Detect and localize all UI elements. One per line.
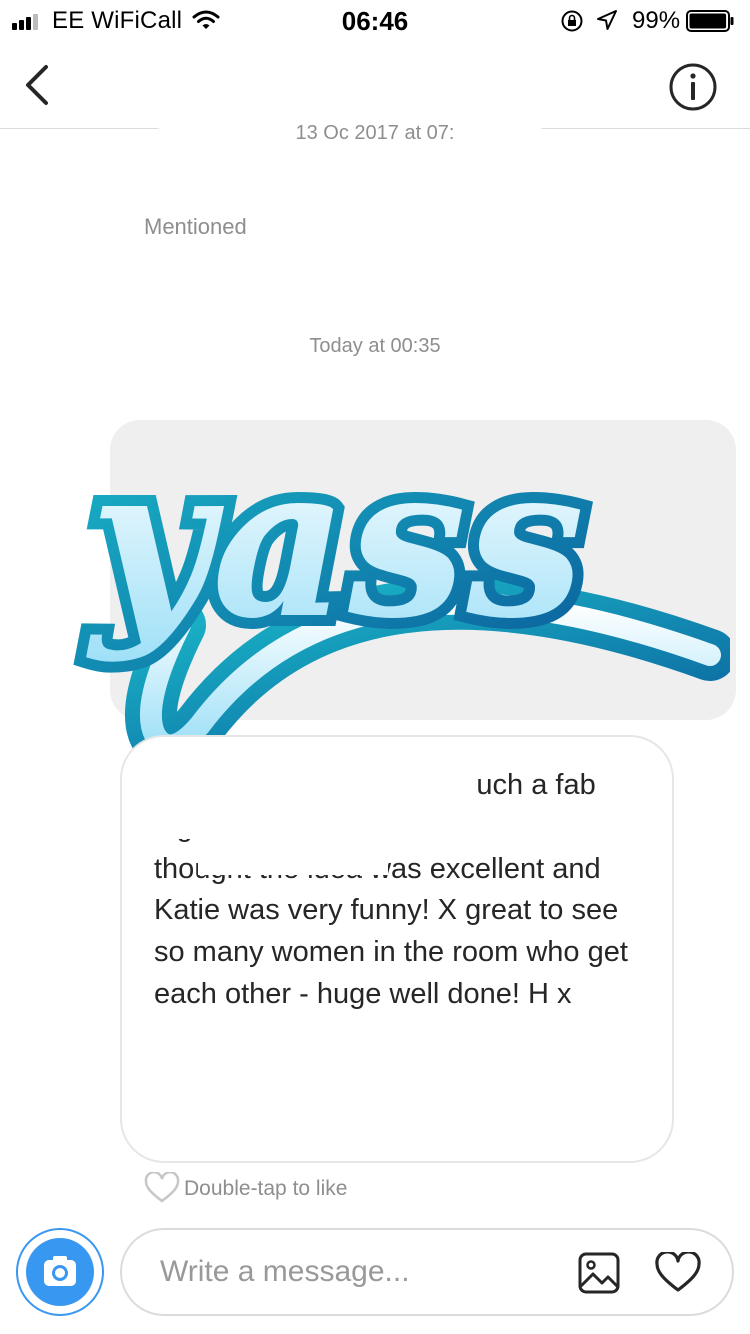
redaction-mask (130, 52, 570, 130)
back-button[interactable] (20, 62, 60, 108)
camera-icon (26, 1238, 94, 1306)
message-input[interactable] (160, 1252, 540, 1292)
info-icon[interactable] (668, 62, 718, 112)
heart-icon[interactable] (654, 1252, 702, 1294)
timestamp: Today at 00:35 (309, 335, 441, 357)
timestamp: 13 Oc 2017 at 07: (295, 122, 455, 144)
mention-notice: Mentioned (144, 214, 247, 239)
redaction-mask (146, 805, 656, 839)
redaction-mask (198, 847, 388, 875)
battery-percent: 99% (632, 7, 681, 34)
message-bubble[interactable]: ng to ught must be s xx such a fab night… (120, 735, 674, 1163)
redaction-mask (146, 759, 476, 805)
yass-text: yass (86, 418, 585, 665)
location-arrow-icon (597, 10, 617, 30)
status-bar: EE WiFiCall 06:46 99% (0, 0, 750, 40)
image-gallery-icon[interactable] (578, 1252, 620, 1294)
message-composer (120, 1228, 734, 1316)
camera-button[interactable] (16, 1228, 104, 1316)
battery-icon (686, 10, 734, 32)
yass-gif-sticker[interactable]: yass (50, 375, 730, 770)
rotation-lock-icon (561, 10, 583, 32)
heart-outline-icon[interactable] (144, 1172, 180, 1204)
double-tap-label: Double-tap to like (184, 1177, 348, 1200)
